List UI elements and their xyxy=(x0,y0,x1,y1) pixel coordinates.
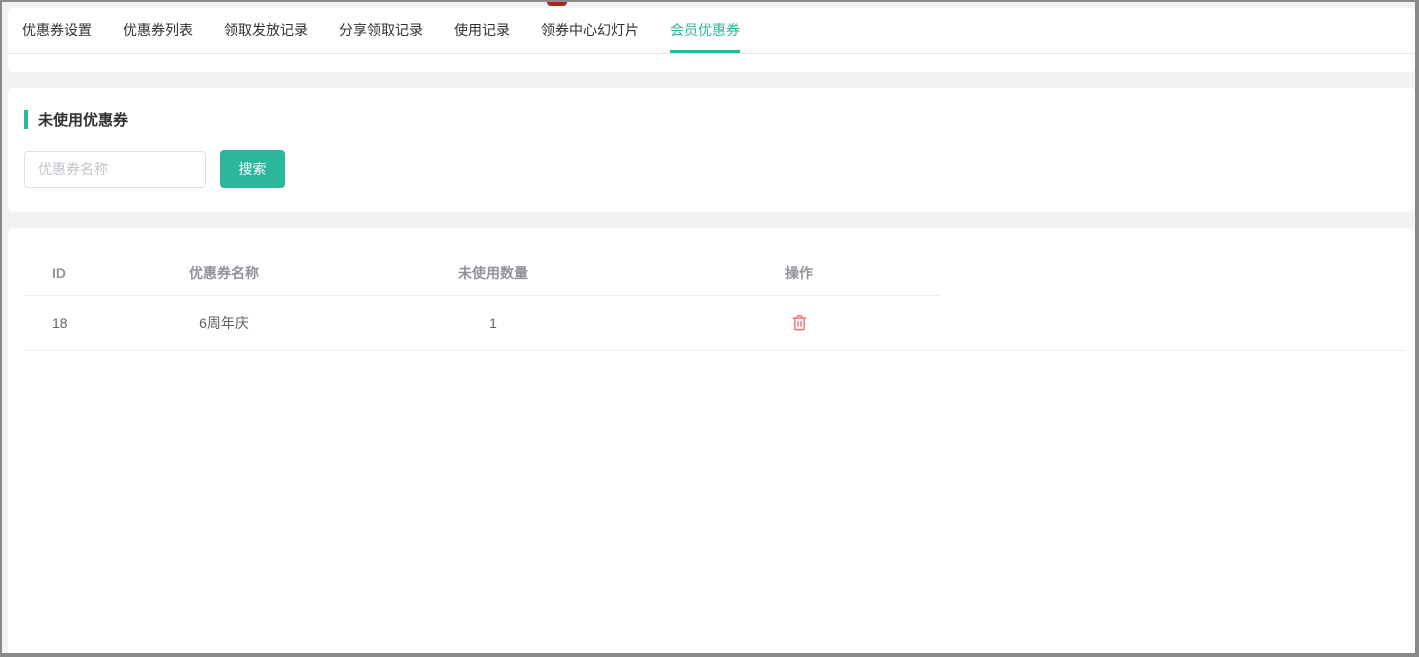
delete-button[interactable] xyxy=(790,312,809,333)
header-action: 操作 xyxy=(658,263,940,283)
header-unused-count: 未使用数量 xyxy=(328,263,658,283)
tab-strip: 优惠券设置 优惠券列表 领取发放记录 分享领取记录 使用记录 领券中心幻灯片 会… xyxy=(8,8,1415,54)
header-coupon-name: 优惠券名称 xyxy=(120,263,328,283)
table-card: ID 优惠券名称 未使用数量 操作 18 6周年庆 1 xyxy=(8,228,1415,653)
tab-coupon-list[interactable]: 优惠券列表 xyxy=(123,8,193,53)
tab-coupon-settings[interactable]: 优惠券设置 xyxy=(22,8,92,53)
cell-action xyxy=(658,312,940,334)
window-frame: 优惠券设置 优惠券列表 领取发放记录 分享领取记录 使用记录 领券中心幻灯片 会… xyxy=(0,0,1419,657)
section-title-row: 未使用优惠券 xyxy=(8,88,1415,130)
tab-coupon-center-slides[interactable]: 领券中心幻灯片 xyxy=(541,8,639,53)
search-button[interactable]: 搜索 xyxy=(220,150,285,188)
coupon-table: ID 优惠券名称 未使用数量 操作 18 6周年庆 1 xyxy=(8,228,1415,351)
section-title: 未使用优惠券 xyxy=(38,109,128,130)
cell-unused-count: 1 xyxy=(328,315,658,331)
table-header-row: ID 优惠券名称 未使用数量 操作 xyxy=(24,250,940,296)
red-badge-sliver xyxy=(547,2,567,6)
filter-card: 未使用优惠券 搜索 xyxy=(8,88,1415,212)
header-id: ID xyxy=(24,265,120,281)
title-accent-bar xyxy=(24,110,28,129)
tab-member-coupons[interactable]: 会员优惠券 xyxy=(670,8,740,53)
trash-icon xyxy=(792,319,807,334)
cell-id: 18 xyxy=(24,315,120,331)
tab-receive-issue-records[interactable]: 领取发放记录 xyxy=(224,8,308,53)
coupon-admin-page: 优惠券设置 优惠券列表 领取发放记录 分享领取记录 使用记录 领券中心幻灯片 会… xyxy=(2,2,1415,653)
filter-controls: 搜索 xyxy=(8,130,1415,188)
tab-share-receive-records[interactable]: 分享领取记录 xyxy=(339,8,423,53)
coupon-name-input[interactable] xyxy=(24,151,206,188)
table-row: 18 6周年庆 1 xyxy=(24,296,1405,351)
cell-coupon-name: 6周年庆 xyxy=(120,313,328,333)
tabs-card: 优惠券设置 优惠券列表 领取发放记录 分享领取记录 使用记录 领券中心幻灯片 会… xyxy=(8,8,1415,72)
tab-usage-records[interactable]: 使用记录 xyxy=(454,8,510,53)
